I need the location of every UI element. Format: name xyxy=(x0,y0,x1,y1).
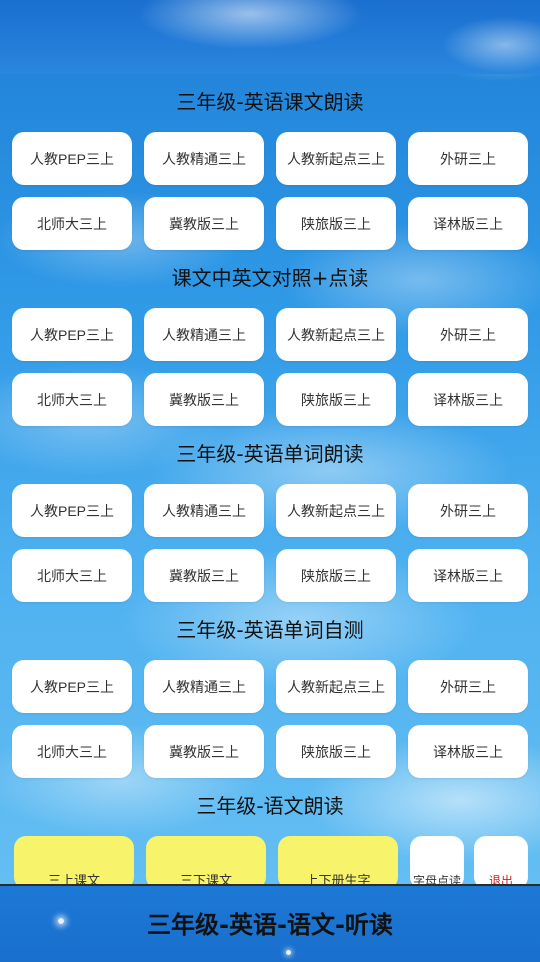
letters-button[interactable]: 字母点读 xyxy=(410,836,464,886)
textbook-button[interactable]: 冀教版三上 xyxy=(144,373,264,426)
textbook-button[interactable]: 人教PEP三上 xyxy=(12,484,132,537)
chinese-button-row: 三上课文 三下课文 上下册生字 字母点读 退出 xyxy=(0,834,540,886)
chinese-section-title: 三年级-语文朗读 xyxy=(196,794,344,818)
textbook-button[interactable]: 人教新起点三上 xyxy=(276,308,396,361)
footer-bar: 三年级-英语-语文-听读 xyxy=(0,884,540,962)
section-title: 三年级-英语单词朗读 xyxy=(176,442,364,466)
textbook-button[interactable]: 外研三上 xyxy=(408,308,528,361)
textbook-button[interactable]: 北师大三上 xyxy=(12,549,132,602)
section-title: 课文中英文对照+点读 xyxy=(171,266,369,290)
chinese-characters-button[interactable]: 上下册生字 xyxy=(278,836,398,886)
textbook-button[interactable]: 人教PEP三上 xyxy=(12,660,132,713)
button-grid: 人教PEP三上 人教精通三上 人教新起点三上 外研三上 北师大三上 冀教版三上 … xyxy=(0,130,540,250)
button-grid: 人教PEP三上 人教精通三上 人教新起点三上 外研三上 北师大三上 冀教版三上 … xyxy=(0,306,540,426)
textbook-button[interactable]: 人教精通三上 xyxy=(144,660,264,713)
section-title: 三年级-英语课文朗读 xyxy=(176,90,364,114)
footer-title: 三年级-英语-语文-听读 xyxy=(147,910,393,939)
textbook-button[interactable]: 人教新起点三上 xyxy=(276,132,396,185)
textbook-button[interactable]: 冀教版三上 xyxy=(144,549,264,602)
textbook-button[interactable]: 陕旅版三上 xyxy=(276,725,396,778)
button-grid: 人教PEP三上 人教精通三上 人教新起点三上 外研三上 北师大三上 冀教版三上 … xyxy=(0,658,540,778)
textbook-button[interactable]: 冀教版三上 xyxy=(144,725,264,778)
textbook-button[interactable]: 外研三上 xyxy=(408,484,528,537)
chinese-lesson-button[interactable]: 三下课文 xyxy=(146,836,266,886)
textbook-button[interactable]: 人教精通三上 xyxy=(144,132,264,185)
textbook-button[interactable]: 人教PEP三上 xyxy=(12,308,132,361)
textbook-button[interactable]: 陕旅版三上 xyxy=(276,549,396,602)
sparkle-decoration xyxy=(58,918,64,924)
textbook-button[interactable]: 北师大三上 xyxy=(12,373,132,426)
textbook-button[interactable]: 人教新起点三上 xyxy=(276,484,396,537)
button-grid: 人教PEP三上 人教精通三上 人教新起点三上 外研三上 北师大三上 冀教版三上 … xyxy=(0,482,540,602)
textbook-button[interactable]: 人教新起点三上 xyxy=(276,660,396,713)
textbook-button[interactable]: 冀教版三上 xyxy=(144,197,264,250)
textbook-button[interactable]: 陕旅版三上 xyxy=(276,197,396,250)
textbook-button[interactable]: 译林版三上 xyxy=(408,197,528,250)
textbook-button[interactable]: 外研三上 xyxy=(408,132,528,185)
scroll-content[interactable]: 三年级-英语课文朗读 人教PEP三上 人教精通三上 人教新起点三上 外研三上 北… xyxy=(0,74,540,886)
chinese-lesson-button[interactable]: 三上课文 xyxy=(14,836,134,886)
textbook-button[interactable]: 译林版三上 xyxy=(408,549,528,602)
textbook-button[interactable]: 陕旅版三上 xyxy=(276,373,396,426)
textbook-button[interactable]: 外研三上 xyxy=(408,660,528,713)
top-banner xyxy=(0,0,540,74)
textbook-button[interactable]: 人教PEP三上 xyxy=(12,132,132,185)
textbook-button[interactable]: 译林版三上 xyxy=(408,373,528,426)
exit-button[interactable]: 退出 xyxy=(474,836,528,886)
textbook-button[interactable]: 人教精通三上 xyxy=(144,484,264,537)
textbook-button[interactable]: 北师大三上 xyxy=(12,197,132,250)
textbook-button[interactable]: 人教精通三上 xyxy=(144,308,264,361)
section-title: 三年级-英语单词自测 xyxy=(176,618,364,642)
sparkle-decoration xyxy=(286,950,291,955)
textbook-button[interactable]: 北师大三上 xyxy=(12,725,132,778)
textbook-button[interactable]: 译林版三上 xyxy=(408,725,528,778)
